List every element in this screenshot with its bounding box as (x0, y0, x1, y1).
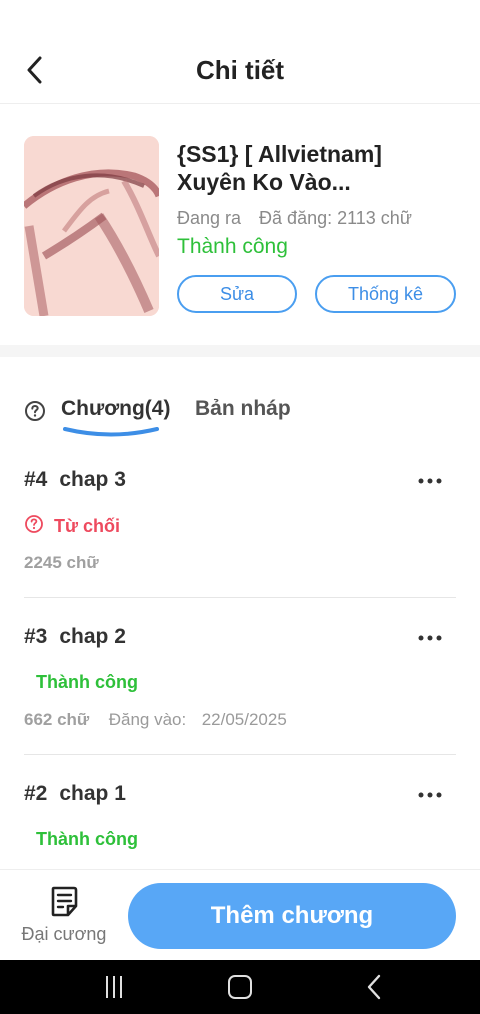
chapter-more-button[interactable] (416, 786, 444, 804)
chapter-number: #2 (24, 782, 48, 805)
outline-button[interactable]: Đại cương (18, 886, 110, 950)
chapter-more-button[interactable] (416, 472, 444, 490)
more-dots-icon (418, 792, 442, 798)
recent-apps-icon (106, 976, 122, 998)
chapter-divider (24, 754, 456, 755)
chapter-date-label: Đăng vào: (108, 710, 187, 729)
chapter-meta: 2245 chữ (24, 553, 99, 573)
chapter-item[interactable]: #3 chap 2 Thành công 662 chữ Đăng vào: 22… (24, 625, 456, 735)
more-dots-icon (418, 478, 442, 484)
chapter-meta: 662 chữ Đăng vào: 22/05/2025 (24, 710, 287, 730)
chapter-divider (24, 597, 456, 598)
chapter-tabs: Chương(4) Bản nháp (0, 385, 480, 445)
bottom-action-bar: Đại cương Thêm chương (0, 869, 480, 961)
story-published-count: Đã đăng: 2113 chữ (259, 208, 412, 228)
chapter-word-count: 2245 chữ (24, 553, 99, 572)
story-state: Đang ra (177, 208, 242, 228)
chapter-status-success: Thành công (36, 829, 138, 849)
chapter-word-count: 662 chữ (24, 710, 90, 729)
system-navigation-bar (0, 960, 480, 1014)
recent-apps-button[interactable] (100, 974, 128, 1000)
chapter-number: #3 (24, 625, 48, 648)
section-divider (0, 345, 480, 357)
chapter-status-rejected: Từ chối (24, 514, 120, 537)
home-button[interactable] (225, 974, 255, 1000)
home-icon (228, 975, 252, 999)
outline-label: Đại cương (21, 924, 107, 944)
help-circle-icon[interactable] (24, 400, 46, 422)
chapter-item[interactable]: #4 chap 3 Từ chối 2245 chữ (24, 468, 456, 578)
add-chapter-button[interactable]: Thêm chương (128, 883, 456, 949)
tab-chapters[interactable]: Chương(4) (61, 397, 170, 421)
chapter-number: #4 (24, 468, 48, 491)
chapter-title: #3 chap 2 (24, 625, 126, 649)
tab-active-indicator (63, 427, 159, 437)
statistics-button[interactable]: Thống kê (315, 275, 456, 313)
story-title: {SS1} [ Allvietnam] Xuyên Ko Vào... (177, 141, 382, 195)
story-status: Thành công (177, 235, 288, 258)
chapter-status-success: Thành công (36, 672, 138, 692)
story-card: {SS1} [ Allvietnam] Xuyên Ko Vào... Đang… (0, 104, 480, 345)
story-meta: Đang ra Đã đăng: 2113 chữ (177, 208, 412, 229)
nav-back-icon (367, 974, 381, 1000)
chapter-item[interactable]: #2 chap 1 Thành công (24, 782, 456, 862)
edit-button[interactable]: Sửa (177, 275, 297, 313)
page-title: Chi tiết (195, 55, 285, 85)
chapter-name: chap 3 (59, 468, 126, 491)
rejected-icon (25, 515, 43, 533)
chapter-name: chap 2 (59, 625, 126, 648)
tab-drafts[interactable]: Bản nháp (195, 397, 291, 421)
chapter-date: 22/05/2025 (201, 710, 287, 729)
chapter-more-button[interactable] (416, 629, 444, 647)
chapter-title: #4 chap 3 (24, 468, 126, 492)
header: Chi tiết (0, 0, 480, 104)
document-icon (51, 886, 78, 917)
chapter-name: chap 1 (59, 782, 126, 805)
more-dots-icon (418, 635, 442, 641)
nav-back-button[interactable] (360, 974, 388, 1000)
story-cover-image[interactable] (24, 136, 159, 316)
chapter-title: #2 chap 1 (24, 782, 126, 806)
